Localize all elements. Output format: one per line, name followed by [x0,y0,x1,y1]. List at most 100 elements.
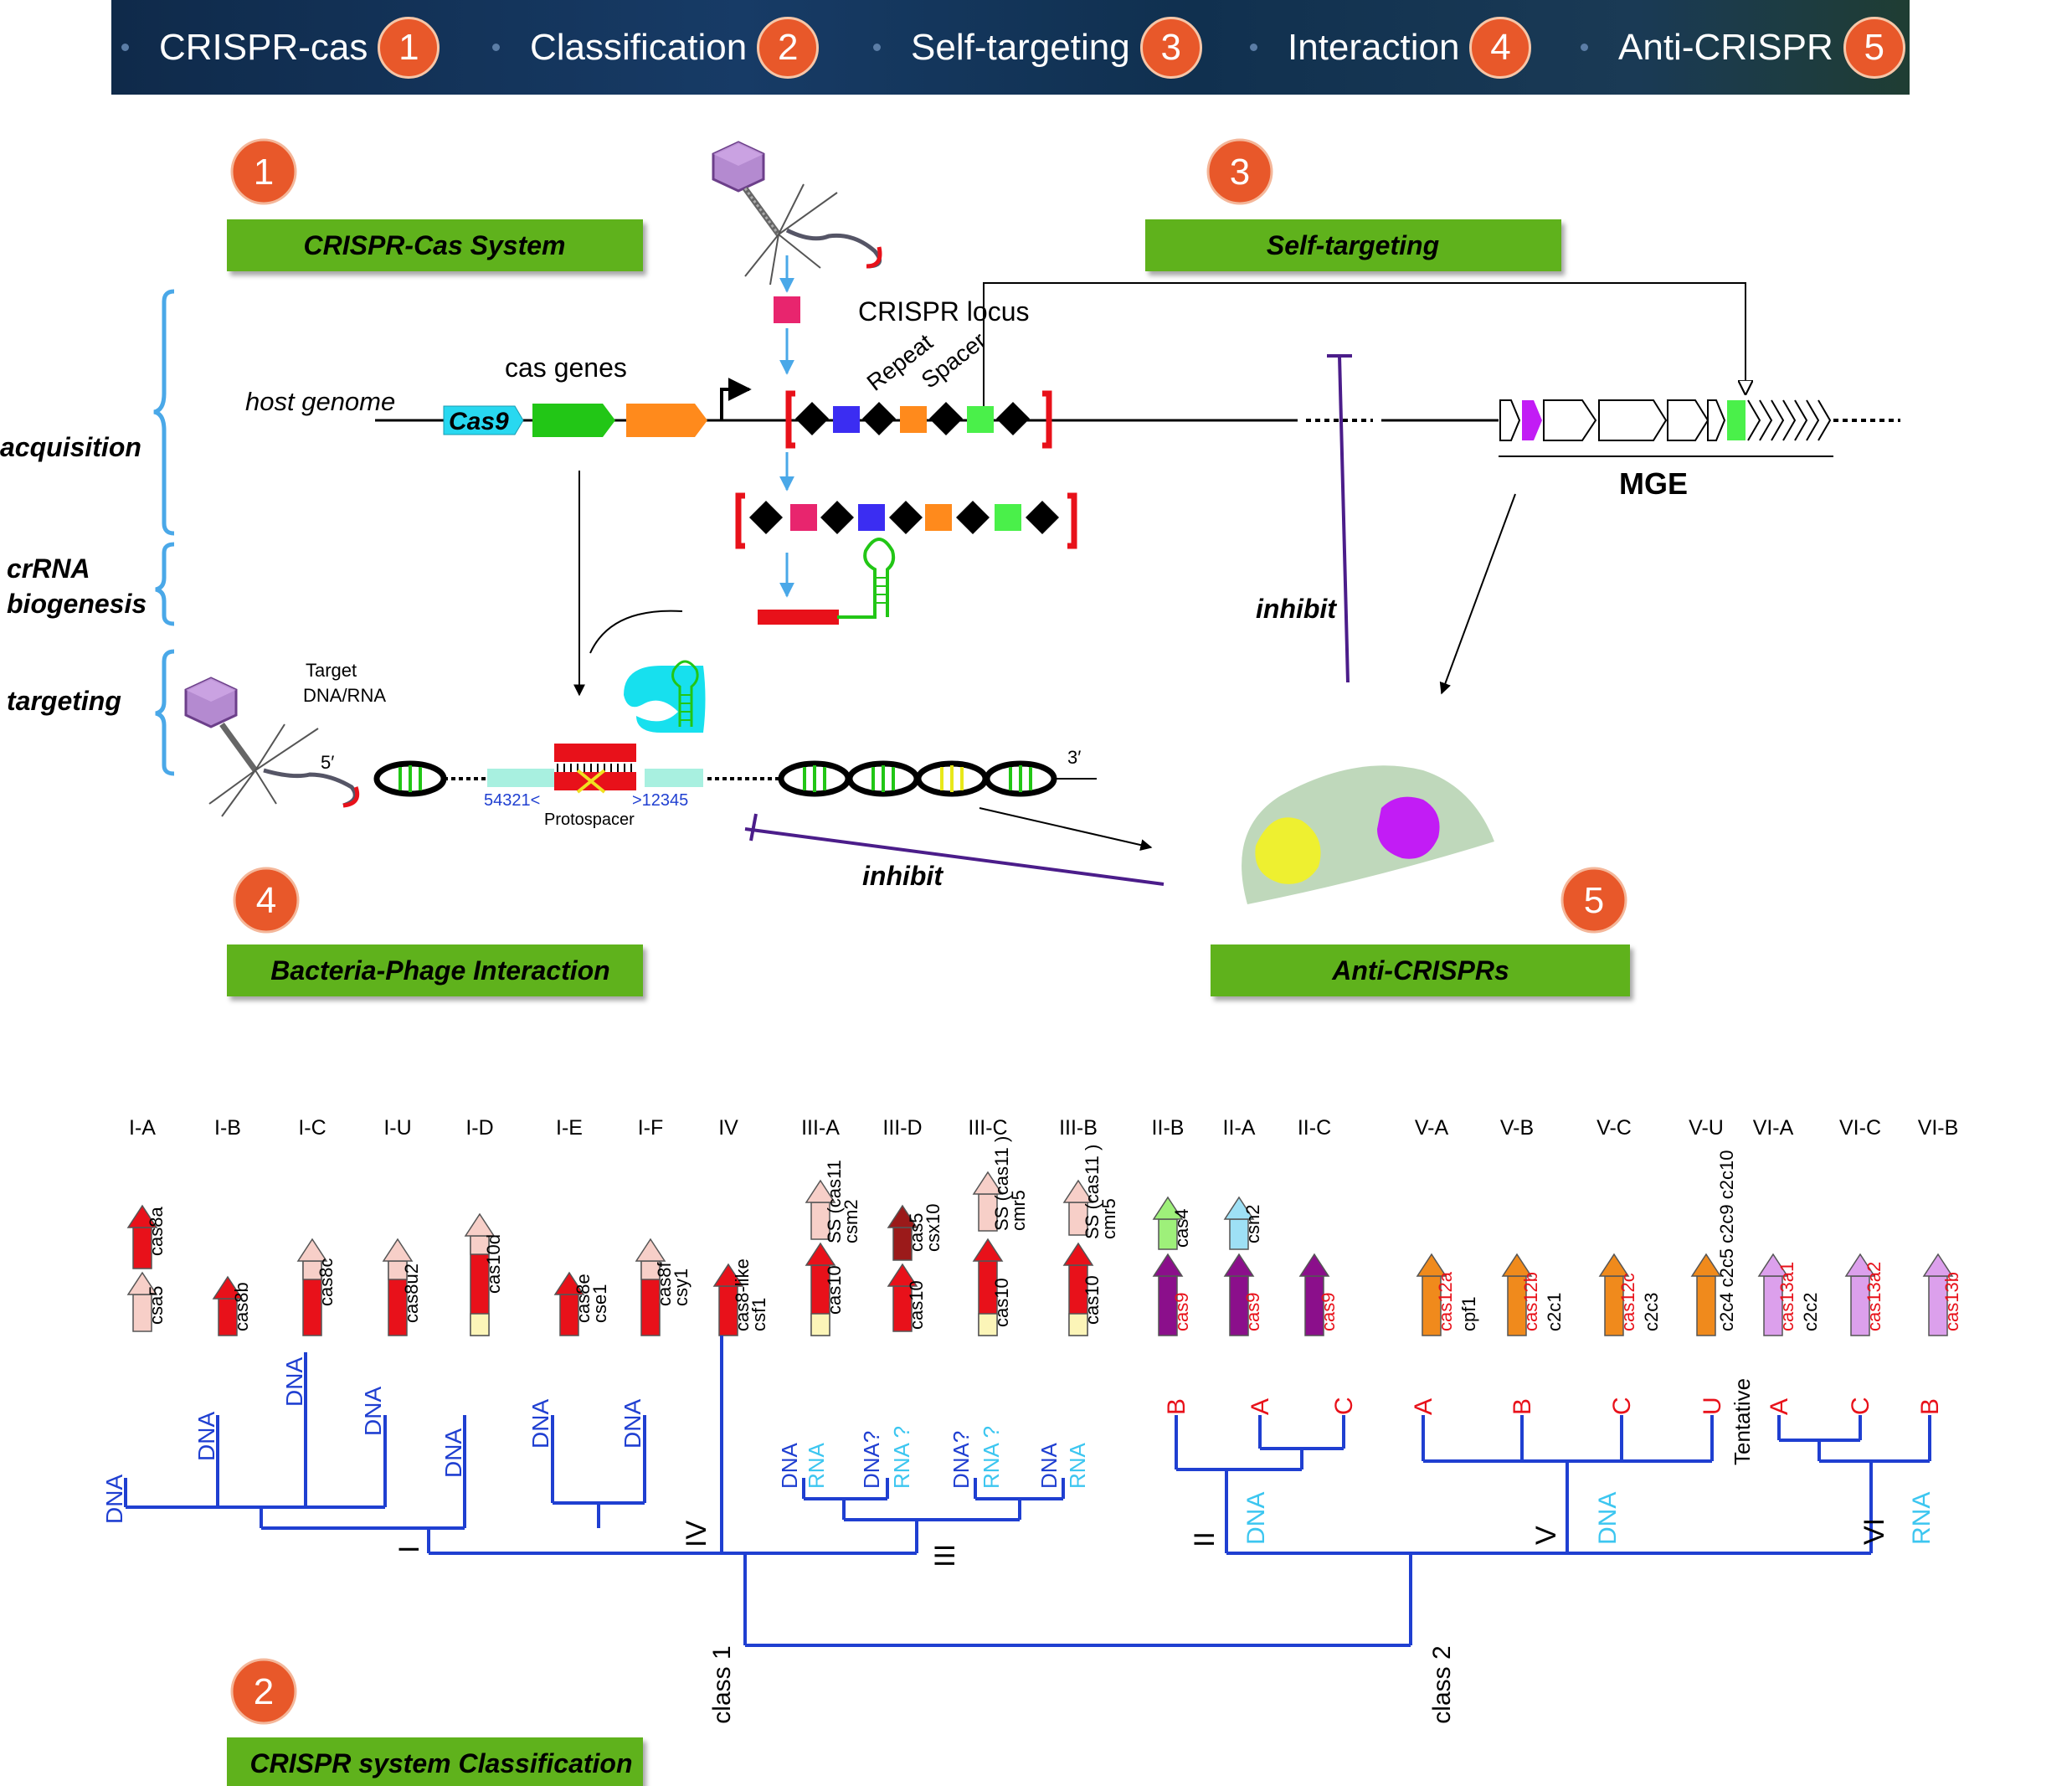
stage-labels: acquisition crRNA biogenesis targeting [0,289,175,776]
gene-label: csm2 [841,1199,861,1243]
target-dna-q: DNA? [859,1431,884,1489]
gene-label: cas12a [1435,1271,1456,1331]
crrna-to-effector-line [589,610,683,654]
gene-label: csy1 [671,1269,692,1306]
inhibit-label: inhibit [1256,594,1337,624]
mature-crrna [758,538,896,625]
gene-label: cas4 [1171,1209,1192,1248]
gene-label: cas8c [316,1258,337,1306]
mge-element: MGE [1499,399,1833,501]
section-crispr-cas: 1 CRISPR-Cas System [227,138,643,271]
gene-label: cas10 [906,1280,927,1330]
gene-label: cas8u2 [401,1264,422,1323]
gene-label: c2c1 [1544,1293,1565,1331]
crispr-locus-label: CRISPR locus [858,296,1030,327]
cas-genes-label: cas genes [505,353,627,383]
section-badge: 4 [256,880,276,921]
inhibit-line [744,827,1165,886]
section-badge: 5 [1584,880,1604,921]
gene-label: cas10d [483,1234,504,1294]
inhibit-line [1338,355,1350,683]
subtype-label: VI-A [1753,1116,1794,1140]
gene-label: cas9 [1171,1293,1192,1331]
target-dna: DNA [440,1428,466,1478]
subtype-label: V-U [1689,1116,1724,1140]
right-seq: >12345 [632,791,688,810]
leaf-a: A [1247,1398,1274,1415]
class1-label: class 1 [708,1645,736,1723]
section-title-button[interactable]: CRISPR system Classification [227,1737,643,1786]
mge-label: MGE [1619,466,1688,501]
subtype-label: I-A [129,1116,156,1140]
host-genome-label: host genome [245,387,395,416]
gene-label: cas8b [231,1282,252,1331]
promoter-arrow [720,378,752,420]
gene-label: cmr5 [1008,1190,1029,1231]
section-title: CRISPR system Classification [249,1748,632,1778]
brace-targeting [155,649,175,776]
subtype-label: V-A [1415,1116,1449,1140]
target-dna: DNA [193,1412,219,1461]
gene-arrows: cas8acsa5 cas8bcas8c cas8u2 cas10dcas8ecse1… [126,1136,1962,1336]
section-self-targeting: 3 Self-targeting [1145,138,1561,271]
leaf-b: B [1509,1398,1536,1415]
subtype-label: III-B [1059,1116,1098,1140]
crispr-diagram: 1 CRISPR-Cas System 3 Self-targeting 4 B… [0,138,1962,1786]
left-seq: 54321< [484,791,540,810]
section-title: Self-targeting [1267,230,1439,260]
self-targeting-arrow [983,282,1746,409]
target-rna: RNA [804,1442,829,1489]
class1-target-labels: DNA DNA DNA DNA DNA DNA DNA DNA RNA DNA?… [101,1357,1090,1524]
phage-icon [712,141,882,286]
stage-crrna: crRNA [7,553,90,584]
class2-label: class 2 [1428,1645,1456,1723]
section-classification: 2 CRISPR system Classification [227,1658,643,1786]
subtype-label: I-B [214,1116,241,1140]
section-title-button[interactable]: Self-targeting [1145,219,1561,271]
target-dna: DNA [777,1442,802,1489]
brace-acquisition [153,289,175,536]
cas9-gene: Cas9 [443,405,524,435]
inhibit-bar [749,813,758,842]
section-badge: 3 [1230,152,1250,193]
target-rna: RNA [1908,1492,1936,1545]
gene-label: cas12c [1617,1273,1638,1331]
leaf-c: C [1608,1397,1636,1415]
targeting-to-acr-arrow [979,807,1153,852]
crispr-array [785,390,1052,449]
section-badge: 1 [254,152,274,193]
type-ii: II [1189,1531,1221,1547]
gene-label: cse1 [589,1284,610,1323]
gene-label: csf1 [748,1298,769,1331]
section-title: Anti-CRISPRs [1331,955,1509,986]
gene-label: c2c4 c2c5 c2c9 c2c10 [1716,1150,1737,1331]
gene-label: cas10 [824,1265,845,1315]
section-title-button[interactable]: CRISPR-Cas System [227,219,643,271]
brace-crrna [155,542,175,626]
section-title-button[interactable]: Bacteria-Phage Interaction [227,944,643,996]
gene-label: cas13a1 [1776,1262,1797,1331]
five-prime-label: 5′ [321,752,334,773]
target-dna: DNA [1594,1492,1622,1545]
target-label: DNA/RNA [303,685,386,706]
gene-label: csx10 [923,1204,943,1252]
section-title-button[interactable]: Anti-CRISPRs [1211,944,1630,996]
target-label: Target [306,660,357,681]
type-i: I [393,1546,425,1553]
tentative-label: Tentative [1730,1378,1755,1465]
three-prime-label: 3′ [1067,747,1081,768]
section-interaction: 4 Bacteria-Phage Interaction [227,867,643,996]
target-dna: 54321< >12345 Protospacer [373,744,1097,829]
protospacer-label: Protospacer [544,811,635,829]
leaf-c: C [1847,1397,1874,1415]
target-dna: DNA [1036,1442,1062,1489]
subtype-label: II-B [1152,1116,1185,1140]
subtype-label: I-E [556,1116,583,1140]
subtype-label: I-C [298,1116,326,1140]
inhibit-label: inhibit [862,861,943,891]
target-dna: DNA [281,1357,307,1407]
type-iv: IV [681,1521,712,1547]
subtype-label: I-F [638,1116,664,1140]
gene-label: cas8a [146,1207,167,1256]
stage-biogenesis: biogenesis [7,589,147,619]
